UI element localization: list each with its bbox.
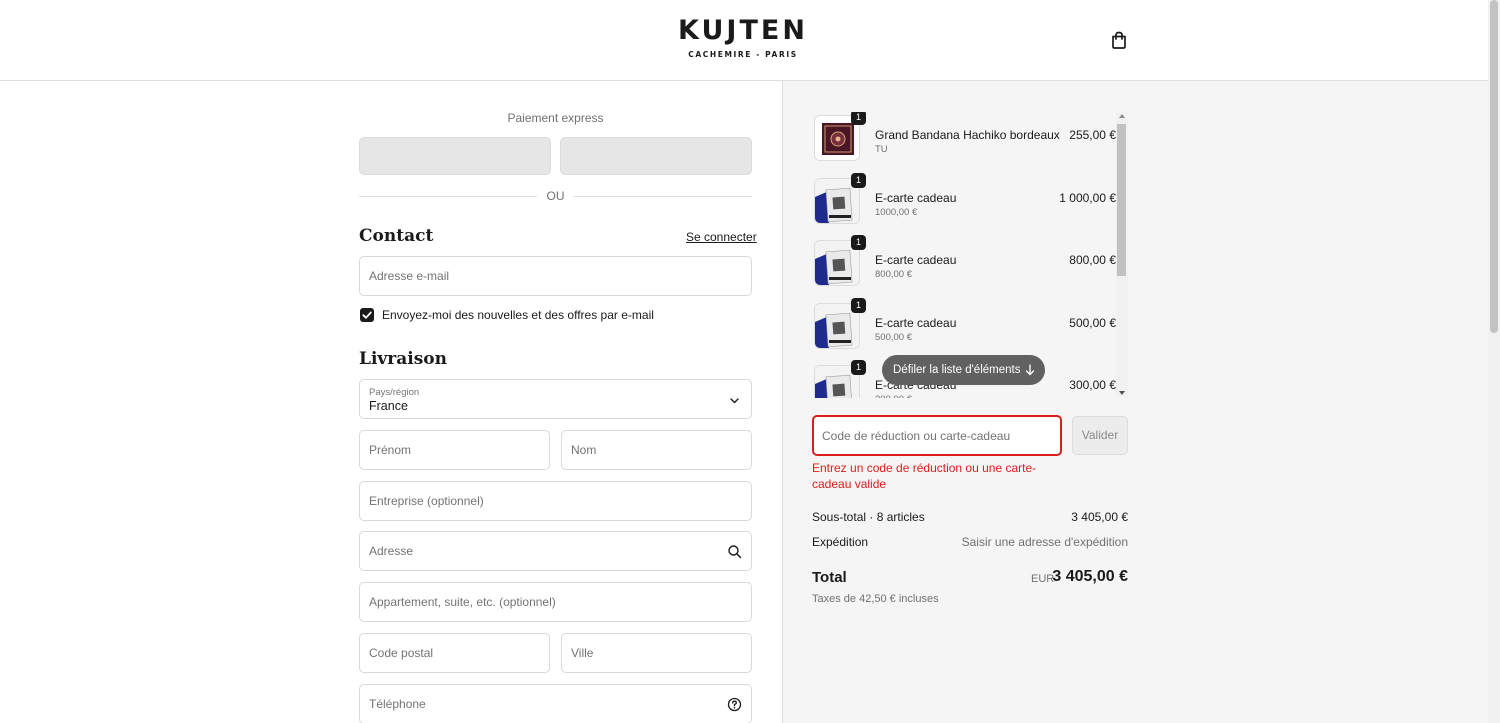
product-name: E-carte cadeau <box>875 315 957 330</box>
company-field[interactable]: Entreprise (optionnel) <box>359 481 752 521</box>
country-label: Pays/région <box>369 387 420 398</box>
total-value: 3 405,00 € <box>1052 568 1128 585</box>
express-payment-button-1[interactable] <box>359 137 551 175</box>
postal-code-field[interactable]: Code postal <box>359 633 550 673</box>
divider-text: OU <box>546 189 565 203</box>
scroll-list-button[interactable]: Défiler la liste d'éléments <box>882 355 1045 385</box>
currency-code: EUR <box>1031 573 1055 585</box>
express-payment-button-2[interactable] <box>560 137 752 175</box>
cart-list-scrollbar[interactable] <box>1116 112 1128 398</box>
first-name-field[interactable]: Prénom <box>359 430 550 470</box>
product-variant: 500,00 € <box>875 331 912 343</box>
page-scrollbar-thumb[interactable] <box>1490 0 1498 333</box>
total-label: Total <box>812 569 847 586</box>
contact-title: Contact <box>359 226 434 246</box>
product-price: 500,00 € <box>1069 315 1116 330</box>
taxes-note: Taxes de 42,50 € incluses <box>812 593 939 605</box>
city-placeholder: Ville <box>571 646 594 660</box>
site-header: KUJTEN CACHEMIRE - PARIS <box>0 0 1488 81</box>
delivery-title: Livraison <box>359 349 447 369</box>
phone-field[interactable]: Téléphone <box>359 684 752 723</box>
subtotal-label: Sous-total · 8 articles <box>812 510 925 524</box>
product-variant: 300,00 € <box>875 394 912 398</box>
cart-item: 1 Grand Bandana Hachiko bordeaux TU 255,00 … <box>812 112 1116 164</box>
address-placeholder: Adresse <box>369 544 414 558</box>
product-price: 300,00 € <box>1069 378 1116 392</box>
country-value: France <box>369 399 408 413</box>
address-field[interactable]: Adresse <box>359 531 752 571</box>
cart-list-scrollbar-thumb[interactable] <box>1117 124 1126 276</box>
email-placeholder: Adresse e-mail <box>369 269 450 283</box>
product-variant: 1000,00 € <box>875 206 918 218</box>
quantity-badge: 1 <box>851 172 866 188</box>
page-scrollbar[interactable] <box>1488 0 1500 723</box>
last-name-field[interactable]: Nom <box>561 430 752 470</box>
apartment-placeholder: Appartement, suite, etc. (optionnel) <box>369 595 556 609</box>
newsletter-label: Envoyez-moi des nouvelles et des offres … <box>382 308 654 322</box>
discount-code-input[interactable]: Code de réduction ou carte-cadeau <box>812 415 1062 456</box>
discount-code-placeholder: Code de réduction ou carte-cadeau <box>822 429 1011 443</box>
quantity-badge: 1 <box>851 112 866 125</box>
divider-left <box>359 196 537 197</box>
quantity-badge: 1 <box>851 360 866 375</box>
scroll-list-label: Défiler la liste d'éléments <box>893 364 1021 376</box>
quantity-badge: 1 <box>851 235 866 250</box>
email-field[interactable]: Adresse e-mail <box>359 256 752 296</box>
product-variant: TU <box>875 144 888 155</box>
arrow-down-icon <box>1025 364 1035 376</box>
company-placeholder: Entreprise (optionnel) <box>369 494 484 508</box>
cart-item: 1 E-carte cadeau 1000,00 € 1 000,00 € <box>812 172 1116 227</box>
postal-code-placeholder: Code postal <box>369 646 434 660</box>
login-link[interactable]: Se connecter <box>686 230 757 244</box>
search-icon <box>728 545 742 559</box>
express-checkout-title: Paiement express <box>507 111 604 125</box>
check-icon <box>362 311 372 319</box>
last-name-placeholder: Nom <box>571 443 597 457</box>
shopping-bag-icon[interactable] <box>1109 30 1129 50</box>
apply-discount-button[interactable]: Valider <box>1072 416 1128 455</box>
apartment-field[interactable]: Appartement, suite, etc. (optionnel) <box>359 582 752 622</box>
shipping-value: Saisir une adresse d'expédition <box>961 535 1128 549</box>
scroll-down-arrow-icon[interactable] <box>1119 391 1125 395</box>
brand-logo[interactable]: KUJTEN CACHEMIRE - PARIS <box>643 14 843 59</box>
product-price: 255,00 € <box>1069 128 1116 142</box>
brand-name: KUJTEN <box>678 15 808 46</box>
shipping-label: Expédition <box>812 535 869 549</box>
newsletter-checkbox[interactable] <box>360 308 374 322</box>
subtotal-value: 3 405,00 € <box>1071 510 1128 524</box>
product-variant: 800,00 € <box>875 269 912 280</box>
quantity-badge: 1 <box>851 297 866 313</box>
product-price: 1 000,00 € <box>1059 190 1116 205</box>
cart-item: 1 E-carte cadeau 500,00 €500,00 € <box>812 297 1116 352</box>
discount-error-message: Entrez un code de réduction ou une carte… <box>812 461 1037 491</box>
phone-placeholder: Téléphone <box>369 697 426 711</box>
product-name: Grand Bandana Hachiko bordeaux <box>875 128 1060 142</box>
cart-item: 1 E-carte cadeau 800,00 € 800,00 € <box>812 235 1116 289</box>
brand-tagline: CACHEMIRE - PARIS <box>688 50 798 59</box>
divider-right <box>574 196 752 197</box>
city-field[interactable]: Ville <box>561 633 752 673</box>
product-name: E-carte cadeau <box>875 190 957 205</box>
first-name-placeholder: Prénom <box>369 443 412 457</box>
product-price: 800,00 € <box>1069 253 1116 267</box>
chevron-down-icon <box>730 398 739 404</box>
country-select[interactable]: Pays/région France <box>359 379 752 419</box>
scroll-up-arrow-icon[interactable] <box>1119 114 1125 118</box>
product-name: E-carte cadeau <box>875 253 957 267</box>
help-icon[interactable] <box>727 697 742 712</box>
